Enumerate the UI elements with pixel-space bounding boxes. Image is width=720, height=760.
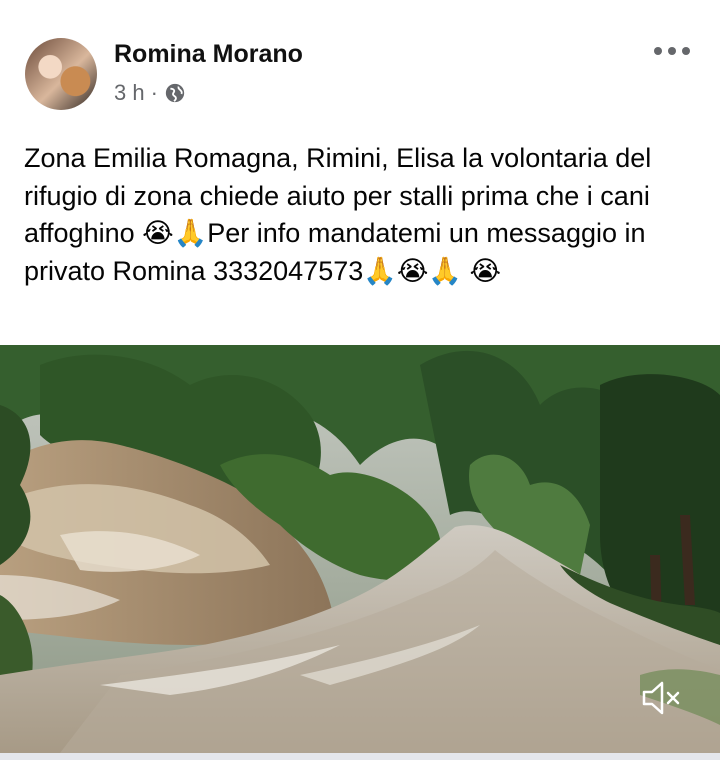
post-divider <box>0 753 720 760</box>
avatar[interactable] <box>25 38 97 110</box>
post-body: Zona Emilia Romagna, Rimini, Elisa la vo… <box>24 143 659 286</box>
post-author-name[interactable]: Romina Morano <box>114 40 303 69</box>
post-meta: 3 h · <box>114 80 186 106</box>
volume-muted-icon[interactable] <box>640 678 684 718</box>
more-options-icon[interactable] <box>654 40 690 62</box>
globe-icon <box>165 83 185 103</box>
post-text: Zona Emilia Romagna, Rimini, Elisa la vo… <box>24 140 704 290</box>
meta-separator: · <box>150 80 158 105</box>
video-media[interactable] <box>0 345 720 753</box>
post-time[interactable]: 3 h <box>114 80 145 106</box>
